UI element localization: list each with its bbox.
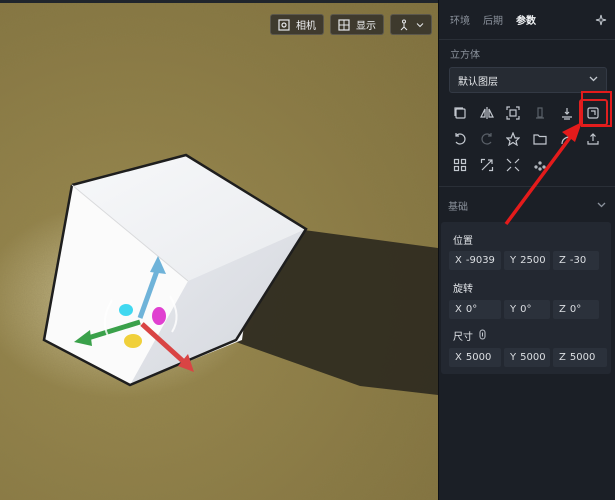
- viewport-toolbar: 相机 显示: [270, 14, 432, 35]
- position-label: 位置: [453, 236, 473, 247]
- basic-properties: 位置 X -9039 Y 2500 Z -30 旋转 X 0° Y 0° Z 0° 尺寸 X…: [441, 222, 611, 374]
- position-y-field[interactable]: Y 2500: [504, 251, 550, 270]
- share-icon[interactable]: [553, 126, 580, 151]
- navigation-mode-button[interactable]: [390, 14, 432, 35]
- size-z-field[interactable]: Z 5000: [553, 348, 607, 367]
- layer-select[interactable]: 默认图层: [449, 67, 607, 93]
- object-type-label: 立方体: [450, 50, 480, 61]
- camera-icon: [278, 18, 290, 31]
- rotation-x-value: 0°: [465, 304, 478, 315]
- camera-label: 相机: [296, 21, 316, 32]
- position-y-value: 2500: [520, 255, 546, 266]
- basic-section-label[interactable]: 基础: [448, 198, 468, 213]
- grid-icon[interactable]: [447, 152, 474, 177]
- chevron-down-icon: [589, 74, 598, 86]
- upload-icon[interactable]: [580, 126, 607, 151]
- chevron-down-icon: [416, 21, 424, 29]
- annotation-highlight-box: [581, 91, 612, 127]
- scatter-icon[interactable]: [527, 152, 554, 177]
- expand-icon[interactable]: [500, 152, 527, 177]
- rotation-y-field[interactable]: Y 0°: [504, 300, 550, 319]
- rotation-x-field[interactable]: X 0°: [449, 300, 501, 319]
- tab-parameters[interactable]: 参数: [516, 12, 536, 27]
- walk-person-icon: [398, 19, 410, 31]
- camera-button[interactable]: 相机: [270, 14, 324, 35]
- position-x-field[interactable]: X -9039: [449, 251, 501, 270]
- tab-post-processing[interactable]: 后期: [483, 12, 503, 27]
- link-lock-icon[interactable]: [478, 329, 487, 343]
- size-label-group: 尺寸: [453, 328, 487, 343]
- ground-snap-icon[interactable]: [553, 100, 580, 125]
- position-z-field[interactable]: Z -30: [553, 251, 599, 270]
- layer-select-value: 默认图层: [458, 76, 498, 88]
- undo-icon[interactable]: [447, 126, 474, 151]
- rotation-label: 旋转: [453, 284, 473, 295]
- size-z-value: 5000: [569, 352, 596, 363]
- panel-tabs: 环境 后期 参数: [439, 0, 615, 40]
- position-x-value: -9039: [465, 255, 495, 266]
- pillar-icon[interactable]: [527, 100, 554, 125]
- size-x-value: 5000: [465, 352, 492, 363]
- size-y-value: 5000: [520, 352, 546, 363]
- size-label: 尺寸: [453, 332, 473, 343]
- scale-icon[interactable]: [474, 152, 501, 177]
- divider: [439, 186, 615, 187]
- focus-icon[interactable]: [500, 100, 527, 125]
- chevron-down-icon[interactable]: [597, 199, 606, 212]
- position-z-value: -30: [569, 255, 587, 266]
- rotation-z-field[interactable]: Z 0°: [553, 300, 599, 319]
- display-label: 显示: [356, 21, 376, 32]
- scene-canvas: [0, 0, 438, 500]
- star-icon[interactable]: [500, 126, 527, 151]
- rotation-y-value: 0°: [520, 304, 532, 315]
- cube-display-icon: [338, 18, 350, 31]
- 3d-viewport[interactable]: 相机 显示: [0, 0, 438, 500]
- display-button[interactable]: 显示: [330, 14, 384, 35]
- redo-icon[interactable]: [474, 126, 501, 151]
- folder-icon[interactable]: [527, 126, 554, 151]
- copy-icon[interactable]: [447, 100, 474, 125]
- sparkle-settings-icon[interactable]: [595, 14, 607, 29]
- size-x-field[interactable]: X 5000: [449, 348, 501, 367]
- tab-environment[interactable]: 环境: [450, 12, 470, 27]
- rotation-z-value: 0°: [569, 304, 582, 315]
- size-y-field[interactable]: Y 5000: [504, 348, 550, 367]
- mirror-icon[interactable]: [474, 100, 501, 125]
